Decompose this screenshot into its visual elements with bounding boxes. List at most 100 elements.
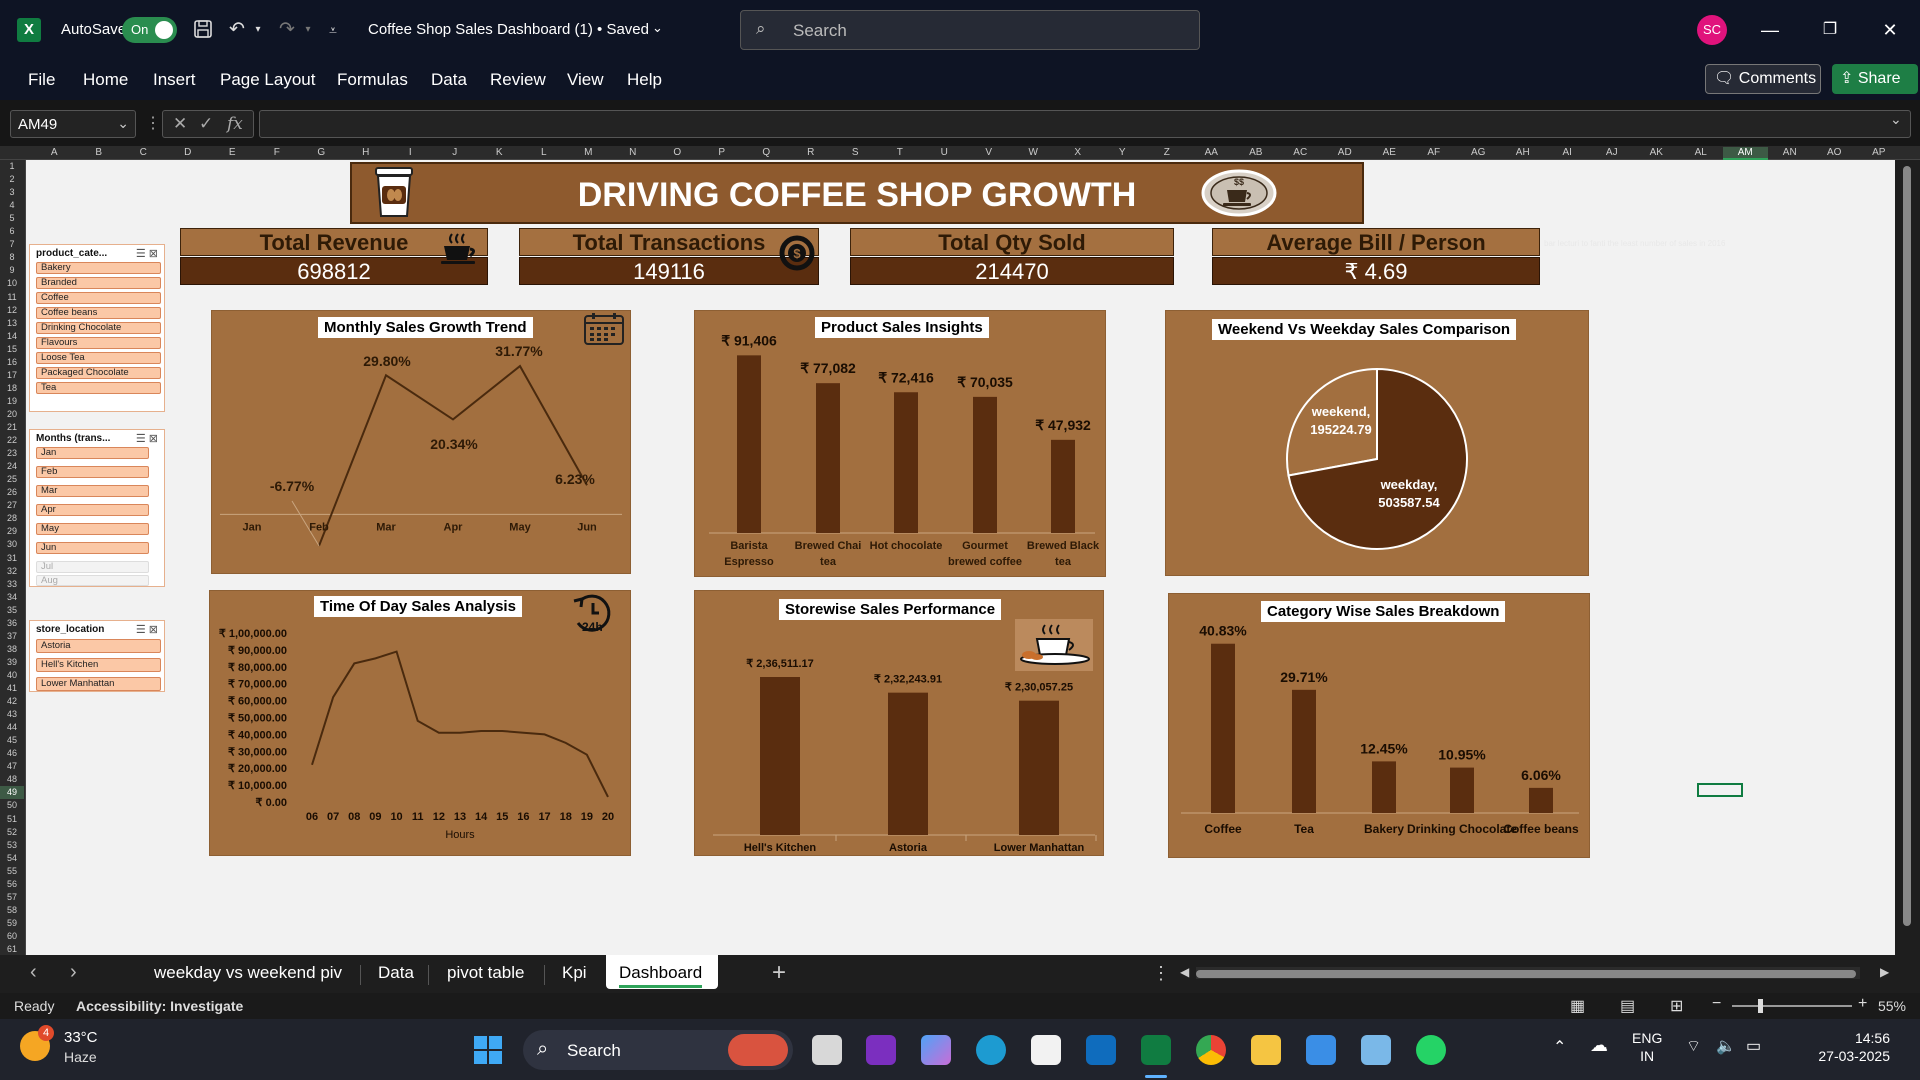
column-header[interactable]: D [166,147,211,158]
row-header[interactable]: 53 [0,839,24,852]
row-header[interactable]: 9 [0,264,24,277]
row-header[interactable]: 50 [0,799,24,812]
expand-formula-bar-icon[interactable]: ⌄ [1890,111,1902,128]
slicer-product-category[interactable]: product_cate... ☰ ⊠ Bakery Branded Coffe… [29,244,165,412]
column-header[interactable]: AO [1812,147,1857,158]
column-header[interactable]: V [967,147,1012,158]
slicer-item-branded[interactable]: Branded [36,277,161,289]
row-header[interactable]: 60 [0,930,24,943]
column-header[interactable]: Q [744,147,789,158]
taskbar-search[interactable]: ⌕ Search [523,1030,793,1070]
tab-options-icon[interactable]: ⋮ [1152,963,1170,984]
slicer-item-may[interactable]: May [36,523,149,535]
column-header[interactable]: X [1056,147,1101,158]
column-header[interactable]: F [255,147,300,158]
name-box[interactable]: AM49 ⌄ [10,110,136,138]
task-view-icon[interactable] [812,1035,842,1065]
onedrive-icon[interactable]: ☁ [1590,1035,1608,1056]
tab-kpi[interactable]: Kpi [562,963,587,983]
column-header[interactable]: AH [1501,147,1546,158]
chart-storewise-sales[interactable]: ₹ 2,36,511.17 Hell's Kitchen ₹ 2,32,243.91… [694,590,1104,856]
column-header[interactable]: J [433,147,478,158]
zoom-in-icon[interactable]: + [1858,995,1867,1013]
row-header[interactable]: 44 [0,721,24,734]
column-header[interactable]: I [388,147,433,158]
chart-product-sales[interactable]: ₹ 91,406 Barista Espresso ₹ 77,082 Brewed Ch… [694,310,1106,577]
row-header[interactable]: 12 [0,304,24,317]
column-header[interactable]: R [789,147,834,158]
row-header[interactable]: 19 [0,395,24,408]
row-header[interactable]: 59 [0,917,24,930]
column-header[interactable]: AN [1768,147,1813,158]
row-header[interactable]: 37 [0,630,24,643]
whatsapp-icon[interactable] [1416,1035,1446,1065]
page-break-view-icon[interactable]: ⊞ [1670,996,1683,1016]
customize-toolbar-icon[interactable]: ⩡ [321,18,345,42]
snipping-tool-icon[interactable] [1361,1035,1391,1065]
row-header[interactable]: 56 [0,878,24,891]
menu-view[interactable]: View [567,70,604,90]
title-chevron-down-icon[interactable]: ⌄ [652,20,663,36]
selected-cell[interactable] [1697,783,1743,797]
slicer-item-jan[interactable]: Jan [36,447,149,459]
row-header[interactable]: 47 [0,760,24,773]
copilot-icon[interactable] [921,1035,951,1065]
slicer-item-drinking-chocolate[interactable]: Drinking Chocolate [36,322,161,334]
row-header[interactable]: 29 [0,525,24,538]
chart-category-sales[interactable]: 40.83% Coffee 29.71% Tea 12.45% Bakery 10.95% D… [1168,593,1590,858]
page-layout-view-icon[interactable]: ▤ [1620,996,1635,1016]
scroll-thumb[interactable] [1903,166,1911,926]
autosave-toggle[interactable]: On [122,17,177,43]
tab-dashboard[interactable]: Dashboard [619,963,703,988]
slicer-item-mar[interactable]: Mar [36,485,149,497]
row-header[interactable]: 48 [0,773,24,786]
comments-button[interactable]: 🗨 Comments [1705,64,1821,94]
column-header[interactable]: AI [1545,147,1590,158]
volume-icon[interactable]: 🔈 [1716,1036,1736,1056]
row-header[interactable]: 33 [0,578,24,591]
column-header[interactable]: Y [1100,147,1145,158]
row-header[interactable]: 25 [0,473,24,486]
row-header[interactable]: 39 [0,656,24,669]
row-header[interactable]: 16 [0,356,24,369]
hscroll-thumb[interactable] [1196,970,1856,978]
row-header[interactable]: 49 [0,786,24,800]
column-header[interactable]: AB [1234,147,1279,158]
slicer-item-tea[interactable]: Tea [36,382,161,394]
zoom-level[interactable]: 55% [1878,998,1906,1014]
menu-insert[interactable]: Insert [153,70,196,90]
column-header[interactable]: B [77,147,122,158]
notepad-icon[interactable] [1306,1035,1336,1065]
row-header[interactable]: 41 [0,682,24,695]
column-header[interactable]: AL [1679,147,1724,158]
column-header[interactable]: A [32,147,77,158]
row-header[interactable]: 36 [0,617,24,630]
cancel-icon[interactable]: ✕ [173,114,187,134]
column-header[interactable]: L [522,147,567,158]
column-header[interactable]: P [700,147,745,158]
prev-sheet-icon[interactable]: ‹ [30,961,37,984]
name-box-chevron-icon[interactable]: ⌄ [117,115,129,132]
menu-formulas[interactable]: Formulas [337,70,408,90]
column-header[interactable]: AD [1323,147,1368,158]
row-header[interactable]: 6 [0,225,24,238]
column-header[interactable]: AK [1634,147,1679,158]
row-header[interactable]: 28 [0,512,24,525]
menu-help[interactable]: Help [627,70,662,90]
column-header[interactable]: AG [1456,147,1501,158]
row-header[interactable]: 42 [0,695,24,708]
row-header[interactable]: 57 [0,891,24,904]
column-header[interactable]: AE [1367,147,1412,158]
menu-review[interactable]: Review [490,70,546,90]
row-header[interactable]: 2 [0,173,24,186]
insert-function-icon[interactable]: fx [227,114,243,134]
row-header[interactable]: 15 [0,343,24,356]
column-header[interactable]: AJ [1590,147,1635,158]
start-icon[interactable] [473,1035,503,1065]
row-header[interactable]: 51 [0,813,24,826]
redo-dropdown-icon[interactable]: ▾ [296,18,320,42]
row-header[interactable]: 18 [0,382,24,395]
horizontal-scrollbar[interactable] [1196,967,1860,979]
slicer-item-bakery[interactable]: Bakery [36,262,161,274]
slicer-item-feb[interactable]: Feb [36,466,149,478]
